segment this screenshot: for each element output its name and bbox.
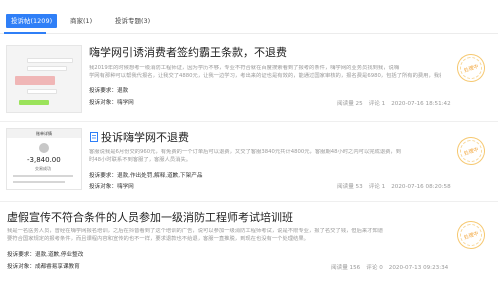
post-title[interactable]: 虚假宣传不符合条件的人员参加一级消防工程师考试培训班 bbox=[7, 211, 293, 224]
chat-bubble bbox=[27, 66, 67, 71]
chat-bubble bbox=[15, 76, 55, 85]
request-line: 投诉要求：退款,作出处罚,解释,道歉,下架产品 bbox=[89, 173, 203, 179]
divider bbox=[0, 121, 498, 122]
post-title[interactable]: 投诉嗨学网不退费 bbox=[89, 131, 189, 144]
post-meta: 阅读量 53 评论 1 2020-07-16 08:20:58 bbox=[337, 184, 451, 190]
complaint-card[interactable]: 嗨学网引诱消费者签约霸王条款，不退费 我2019年的时候想考一级消防工程师证，因… bbox=[0, 40, 498, 118]
post-summary: 客服说我是6月份交的960元，有免费的一个订单后可以退费，又交了客服3840元共… bbox=[89, 149, 402, 163]
complaint-card[interactable]: 虚假宣传不符合条件的人员参加一级消防工程师考试培训班 我是一名医务人员，曾经在嗨… bbox=[0, 203, 498, 283]
tab-topics[interactable]: 投诉专题(3) bbox=[115, 14, 150, 28]
request-line: 投诉要求：退款 bbox=[89, 88, 129, 94]
merchant-avatar bbox=[39, 143, 49, 153]
post-meta: 阅读量 25 评论 1 2020-07-16 18:51:42 bbox=[337, 101, 451, 107]
thumb-text-line bbox=[13, 175, 73, 177]
status-seal: 处理中 bbox=[453, 50, 489, 86]
active-tab-indicator bbox=[4, 32, 46, 34]
request-line: 投诉要求：退款,道歉,停业整改 bbox=[7, 252, 84, 258]
target-line: 投诉对象：嗨学网 bbox=[89, 100, 134, 106]
target-link[interactable]: 嗨学网 bbox=[117, 100, 134, 106]
status-seal: 处理中 bbox=[453, 133, 489, 169]
chat-bubble bbox=[27, 58, 73, 63]
thumb-amount: -3,840.00 bbox=[27, 156, 61, 164]
tab-complaints[interactable]: 投诉帖(1209) bbox=[6, 14, 58, 28]
post-summary: 我是一名医务人员，曾经在嗨学网报名培训，之后在抖音看到了这个培训的广告，说可以参… bbox=[7, 228, 384, 242]
target-link[interactable]: 嗨学网 bbox=[117, 184, 134, 190]
target-line: 投诉对象：成都睿易享课教育 bbox=[7, 264, 80, 270]
target-link[interactable]: 成都睿易享课教育 bbox=[35, 264, 80, 270]
tab-merchants[interactable]: 商家(1) bbox=[70, 14, 92, 28]
document-icon bbox=[90, 132, 98, 142]
chat-bubble bbox=[27, 89, 57, 94]
status-seal: 处理中 bbox=[453, 217, 489, 253]
complaint-screenshot-thumbnail[interactable]: 账单详情 -3,840.00 交易成功 bbox=[6, 128, 82, 190]
thumb-text-line bbox=[13, 181, 65, 183]
divider bbox=[0, 201, 498, 202]
target-line: 投诉对象：嗨学网 bbox=[89, 184, 134, 190]
post-summary: 我2019年的时候想考一级消防工程师证，因为学历不够，专业不符合就在百度搜索看到… bbox=[89, 65, 441, 79]
tab-bar: 投诉帖(1209) 商家(1) 投诉专题(3) bbox=[0, 0, 498, 34]
post-title[interactable]: 嗨学网引诱消费者签约霸王条款，不退费 bbox=[89, 46, 287, 59]
post-meta: 阅读量 156 评论 0 2020-07-13 09:23:34 bbox=[331, 265, 449, 271]
complaint-card[interactable]: 账单详情 -3,840.00 交易成功 投诉嗨学网不退费 客服说我是6月份交的9… bbox=[0, 123, 498, 198]
thumb-header: 账单详情 bbox=[7, 129, 81, 138]
chat-bubble bbox=[19, 100, 49, 105]
thumb-status: 交易成功 bbox=[35, 166, 51, 171]
complaint-screenshot-thumbnail[interactable] bbox=[6, 45, 82, 113]
